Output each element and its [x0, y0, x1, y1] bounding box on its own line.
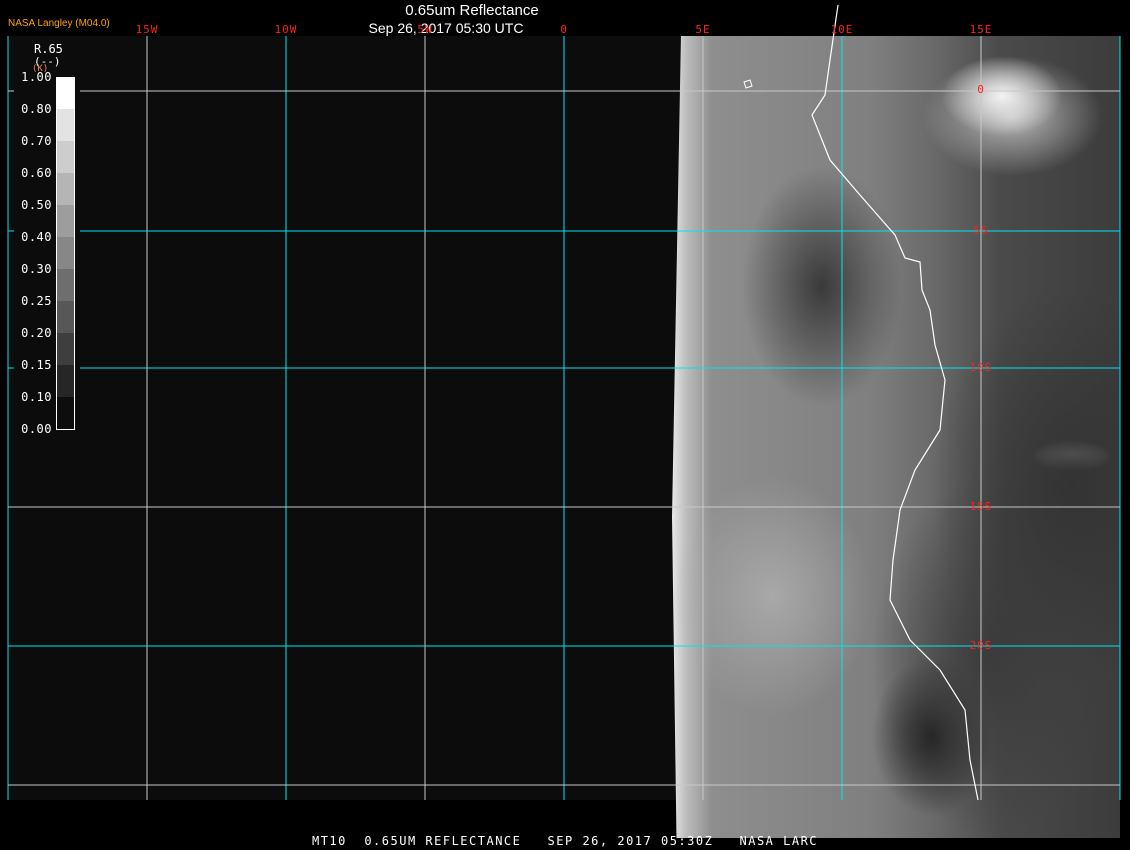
datetime: Sep 26, 2017 05:30 UTC: [368, 20, 524, 36]
latitude-label: 20S: [969, 639, 993, 652]
colorbar-tick-label: 0.50: [21, 198, 52, 212]
latitude-label: 0: [977, 83, 985, 96]
colorbar-tick-label: 0.60: [21, 166, 52, 180]
longitude-label: 15W: [135, 23, 159, 36]
credit: NASA Langley (M04.0): [8, 18, 110, 29]
product-title: 0.65um Reflectance: [405, 2, 539, 19]
latitude-label: 10S: [969, 361, 993, 374]
colorbar-frame: [56, 77, 75, 430]
longitude-label: 5W: [417, 23, 433, 36]
latitude-label: 15S: [969, 500, 993, 513]
colorbar-tick-label: 0.10: [21, 390, 52, 404]
map-overlay: [7, 4, 1121, 801]
colorbar-tick-label: 0.00: [21, 422, 52, 436]
colorbar-tick-label: 0.15: [21, 358, 52, 372]
colorbar-tick-label: 0.70: [21, 134, 52, 148]
latitude-label: 5S: [973, 224, 989, 237]
colorbar-tick-label: 0.40: [21, 230, 52, 244]
footer-caption: MT10 0.65UM REFLECTANCE SEP 26, 2017 05:…: [311, 834, 819, 848]
longitude-label: 0: [560, 23, 568, 36]
colorbar-tick-label: 0.25: [21, 294, 52, 308]
longitude-label: 10W: [274, 23, 298, 36]
longitude-label: 10E: [830, 23, 854, 36]
colorbar-variable: R.65: [34, 42, 63, 56]
island: [743, 79, 753, 89]
colorbar-tick-label: 0.30: [21, 262, 52, 276]
longitude-label: 15E: [969, 23, 993, 36]
graticule: [7, 36, 1121, 800]
colorbar-tick-label: 0.80: [21, 102, 52, 116]
coastline: [811, 4, 979, 801]
colorbar-tick-label: 1.00: [21, 70, 52, 84]
colorbar-tick-label: 0.20: [21, 326, 52, 340]
longitude-label: 5E: [695, 23, 711, 36]
